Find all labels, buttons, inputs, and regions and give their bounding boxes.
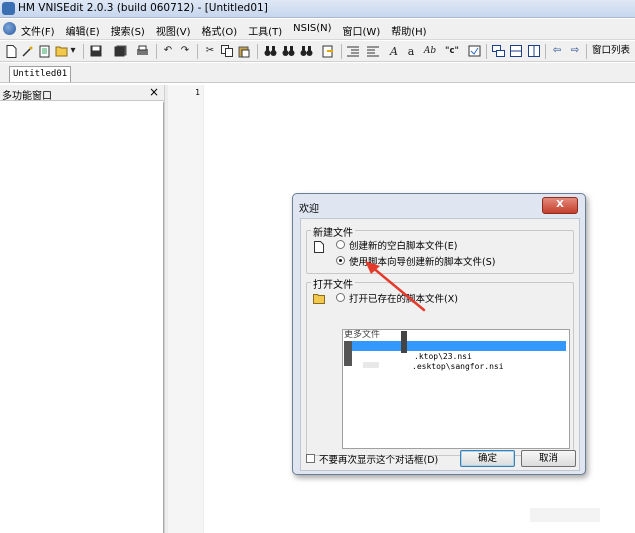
toolbar-separator: [586, 44, 587, 59]
blurred-watermark: [530, 508, 600, 522]
replace-icon[interactable]: [299, 44, 313, 58]
copy-icon[interactable]: [220, 44, 234, 58]
welcome-dialog: 欢迎 X 新建文件 创建新的空白脚本文件(E) 使用脚本向导创建新的脚本文件(S…: [292, 193, 586, 475]
annotation-arrow: [365, 261, 426, 312]
open-folder-icon: [313, 293, 327, 307]
multi-function-panel: [0, 102, 164, 533]
menu-window[interactable]: 窗口(W): [343, 23, 381, 38]
document-tab-bar: Untitled01: [0, 63, 635, 83]
menu-file[interactable]: 文件(F): [21, 23, 55, 38]
paste-icon[interactable]: [237, 44, 251, 58]
template-icon[interactable]: [37, 44, 51, 58]
titlecase-icon[interactable]: Ab: [421, 44, 439, 58]
menu-bar: 文件(F) 编辑(E) 搜索(S) 视图(V) 格式(O) 工具(T) NSIS…: [0, 19, 635, 40]
app-icon: [2, 2, 15, 15]
open-existing-radio[interactable]: [336, 293, 345, 302]
open-folder-icon[interactable]: [55, 44, 69, 58]
toolbar: ▾ ↶ ↷ ✂ A a Ab "c" ⇦ ⇨ 窗口列表: [0, 41, 635, 62]
recent-file-item[interactable]: .ktop\23.nsi: [414, 352, 472, 362]
quote-icon[interactable]: "c": [442, 44, 462, 58]
menu-nsis[interactable]: NSIS(N): [293, 23, 331, 38]
outdent-icon[interactable]: [366, 44, 380, 58]
title-bar: HM VNISEdit 2.0.3 (build 060712) - [Unti…: [0, 0, 635, 18]
window-title: HM VNISEdit 2.0.3 (build 060712) - [Unti…: [18, 2, 268, 14]
tab-untitled01[interactable]: Untitled01: [9, 66, 72, 82]
tile-horizontal-icon[interactable]: [509, 44, 523, 58]
menu-tools[interactable]: 工具(T): [248, 23, 282, 38]
lowercase-icon[interactable]: a: [404, 44, 418, 58]
toolbar-separator: [197, 44, 198, 59]
save-icon[interactable]: [89, 44, 103, 58]
previous-window-icon[interactable]: ⇦: [550, 44, 564, 58]
print-icon[interactable]: [135, 44, 149, 58]
new-file-icon[interactable]: [4, 44, 18, 58]
undo-icon[interactable]: ↶: [161, 44, 175, 58]
wizard-icon[interactable]: [20, 44, 34, 58]
toolbar-separator: [486, 44, 487, 59]
dialog-title: 欢迎: [299, 204, 319, 215]
toolbar-separator: [257, 44, 258, 59]
find-next-icon[interactable]: [281, 44, 295, 58]
multi-function-panel-header: 多功能窗口 ×: [0, 85, 164, 102]
format-icon[interactable]: [467, 44, 481, 58]
menu-view[interactable]: 视图(V): [156, 23, 191, 38]
panel-title: 多功能窗口: [2, 91, 52, 102]
dialog-close-button[interactable]: X: [542, 197, 578, 214]
toolbar-separator: [83, 44, 84, 59]
indent-icon[interactable]: [346, 44, 360, 58]
line-number: 1: [195, 88, 200, 97]
toolbar-separator: [545, 44, 546, 59]
recent-files-list[interactable]: 更多文件 .ktop\23.nsi .esktop\sangfor.nsi: [342, 329, 570, 449]
cancel-button[interactable]: 取消: [521, 450, 576, 467]
new-blank-radio[interactable]: [336, 240, 345, 249]
new-blank-label[interactable]: 创建新的空白脚本文件(E): [349, 238, 457, 252]
save-all-icon[interactable]: [113, 44, 127, 58]
next-window-icon[interactable]: ⇨: [568, 44, 582, 58]
uppercase-icon[interactable]: A: [387, 44, 401, 58]
dialog-content: 新建文件 创建新的空白脚本文件(E) 使用脚本向导创建新的脚本文件(S) 打开文…: [300, 218, 580, 471]
dont-show-again-checkbox[interactable]: [306, 454, 315, 463]
list-item-icon: [401, 331, 407, 353]
dont-show-again-label[interactable]: 不要再次显示这个对话框(D): [319, 452, 438, 466]
goto-line-icon[interactable]: [321, 44, 335, 58]
open-file-group-title: 打开文件: [311, 276, 355, 291]
blurred-region: [363, 362, 379, 368]
redo-icon[interactable]: ↷: [178, 44, 192, 58]
selected-list-item[interactable]: [344, 341, 566, 351]
recent-files-header: 更多文件: [344, 330, 381, 340]
list-item-icon: [344, 341, 352, 366]
menu-edit[interactable]: 编辑(E): [66, 23, 100, 38]
tile-vertical-icon[interactable]: [527, 44, 541, 58]
menu-format[interactable]: 格式(O): [202, 23, 238, 38]
menu-help[interactable]: 帮助(H): [391, 23, 426, 38]
menu-search[interactable]: 搜索(S): [111, 23, 145, 38]
line-number-gutter: 1: [168, 85, 204, 533]
cascade-icon[interactable]: [491, 44, 505, 58]
blank-document-icon: [314, 241, 324, 256]
ok-button[interactable]: 确定: [460, 450, 515, 467]
new-file-group: 新建文件 创建新的空白脚本文件(E) 使用脚本向导创建新的脚本文件(S): [306, 224, 574, 274]
app-logo-icon[interactable]: [3, 22, 16, 35]
panel-close-icon[interactable]: ×: [149, 85, 159, 99]
new-wizard-radio[interactable]: [336, 256, 345, 265]
window-list-button[interactable]: 窗口列表: [589, 43, 633, 59]
new-file-group-title: 新建文件: [311, 224, 355, 239]
find-icon[interactable]: [263, 44, 277, 58]
open-dropdown-icon[interactable]: ▾: [69, 44, 77, 58]
recent-file-item[interactable]: .esktop\sangfor.nsi: [412, 362, 504, 372]
toolbar-separator: [341, 44, 342, 59]
cut-icon[interactable]: ✂: [203, 44, 217, 58]
toolbar-separator: [156, 44, 157, 59]
